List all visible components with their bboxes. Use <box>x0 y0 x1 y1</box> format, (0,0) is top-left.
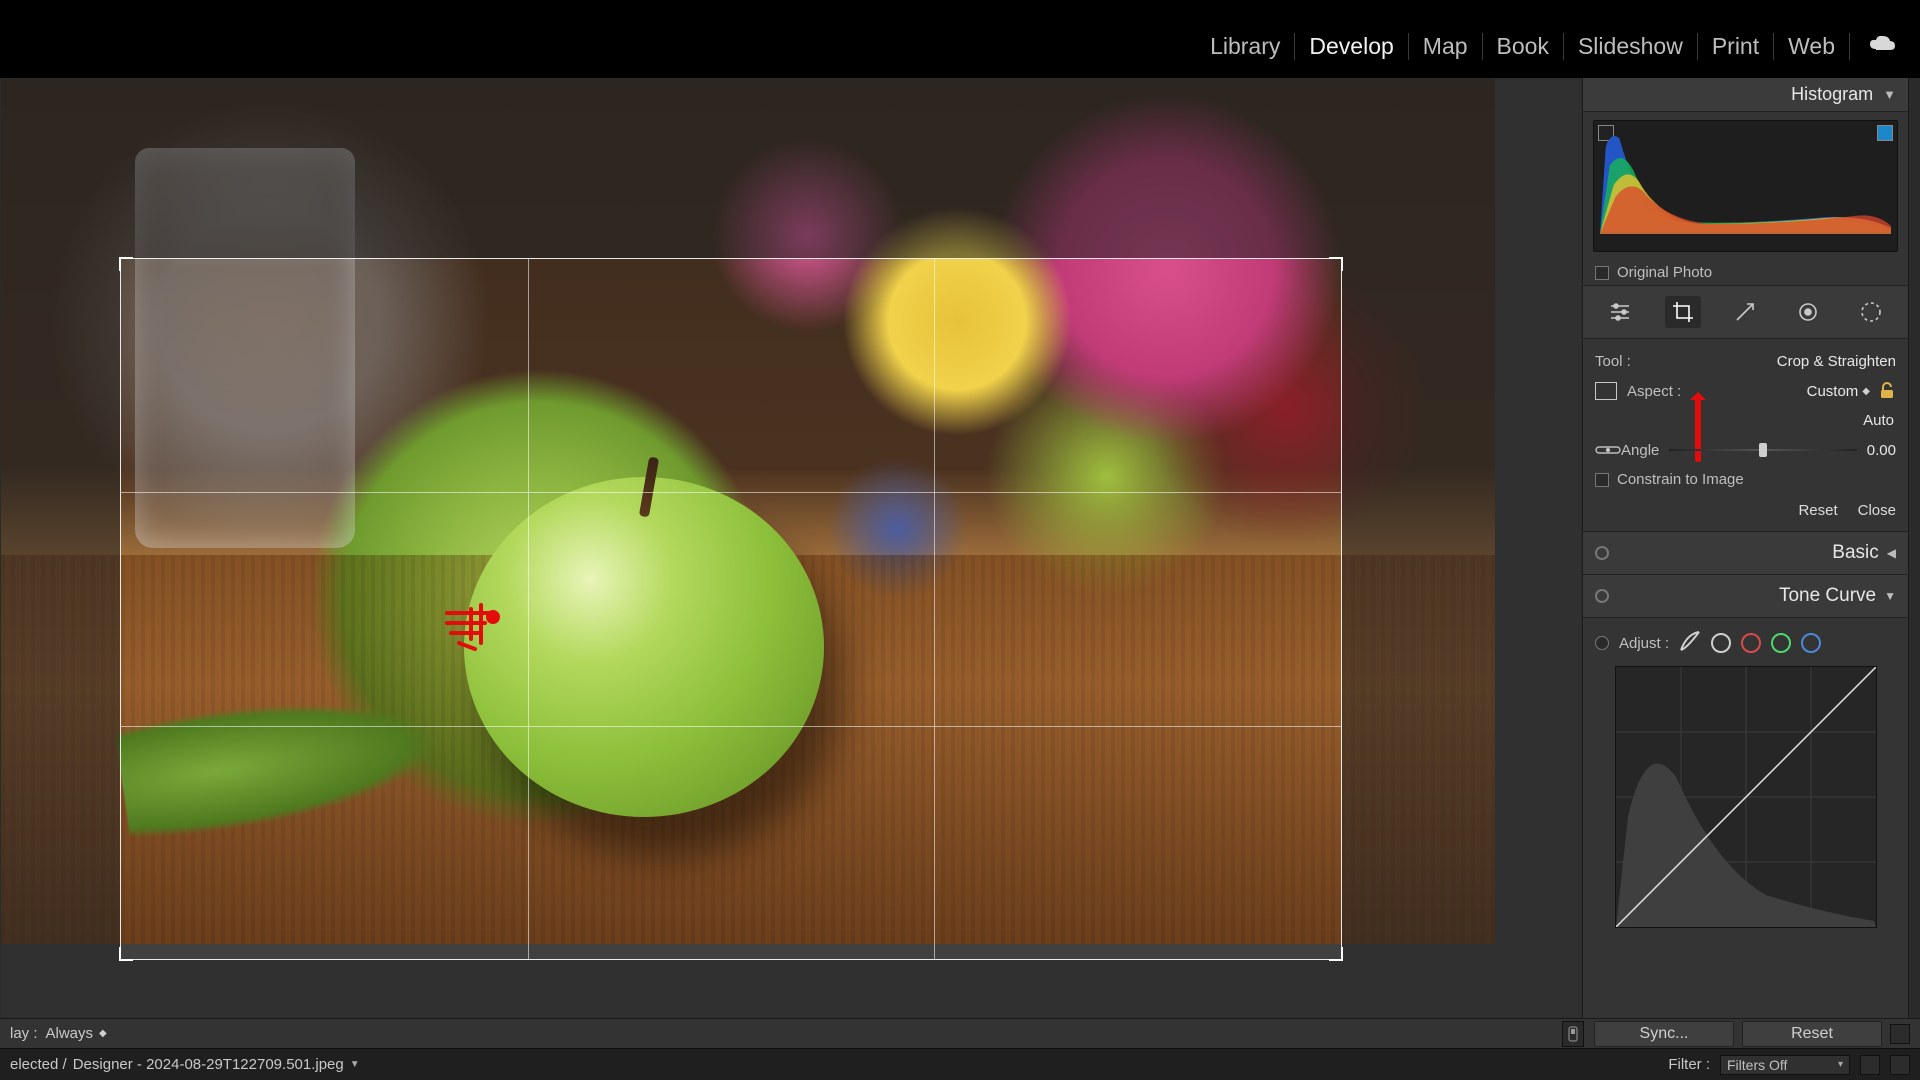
aspect-frame-icon[interactable] <box>1595 382 1617 400</box>
tool-strip <box>1583 285 1908 339</box>
aspect-lock-icon[interactable] <box>1878 382 1896 400</box>
cloud-sync-icon[interactable] <box>1868 34 1896 59</box>
masking-tool-icon[interactable] <box>1853 296 1889 328</box>
module-book[interactable]: Book <box>1483 33 1564 60</box>
module-library[interactable]: Library <box>1196 33 1295 60</box>
current-filename[interactable]: Designer - 2024-08-29T122709.501.jpeg <box>73 1056 344 1073</box>
right-panel: Histogram ▼ Original Photo <box>1582 78 1920 1018</box>
play-dropdown[interactable]: Always ◆ <box>46 1025 107 1042</box>
adjust-label: Adjust : <box>1619 635 1669 652</box>
constrain-label: Constrain to Image <box>1617 471 1744 488</box>
chevron-left-icon: ◀ <box>1887 546 1896 560</box>
histogram-header[interactable]: Histogram ▼ <box>1583 78 1908 112</box>
basic-visibility-icon[interactable] <box>1595 546 1609 560</box>
constrain-checkbox[interactable] <box>1595 473 1609 487</box>
angle-label: Angle <box>1621 442 1659 459</box>
edit-sliders-tool-icon[interactable] <box>1602 296 1638 328</box>
filter-lock-icon[interactable] <box>1860 1055 1880 1075</box>
crop-tool-icon[interactable] <box>1665 296 1701 328</box>
chevron-down-icon: ▼ <box>1883 87 1896 102</box>
aspect-menu-icon[interactable]: ◆ <box>1862 386 1870 397</box>
original-photo-checkbox[interactable] <box>1595 266 1609 280</box>
module-develop[interactable]: Develop <box>1295 33 1408 60</box>
angle-value[interactable]: 0.00 <box>1867 442 1896 459</box>
tonecurve-title: Tone Curve <box>1779 585 1876 607</box>
crop-close-button[interactable]: Close <box>1858 502 1896 519</box>
panel-toggle-icon[interactable] <box>1890 1024 1910 1044</box>
histogram[interactable] <box>1593 120 1898 252</box>
angle-auto-button[interactable]: Auto <box>1863 412 1896 429</box>
filmstrip-toggle-icon[interactable] <box>1890 1055 1910 1075</box>
workspace: Histogram ▼ Original Photo <box>0 78 1920 1018</box>
healing-tool-icon[interactable] <box>1727 296 1763 328</box>
tonecurve-enable-toggle[interactable] <box>1595 636 1609 650</box>
filter-dropdown[interactable]: Filters Off ▾ <box>1720 1055 1850 1075</box>
reset-button[interactable]: Reset <box>1742 1021 1882 1047</box>
panel-scrollbar[interactable] <box>1908 78 1920 1018</box>
tool-name: Crop & Straighten <box>1777 353 1896 370</box>
toolbar-footer: lay : Always ◆ Sync... Reset <box>0 1018 1920 1048</box>
aspect-value[interactable]: Custom <box>1807 383 1859 400</box>
histogram-title: Histogram <box>1791 84 1873 105</box>
image-canvas[interactable] <box>0 78 1582 1018</box>
filter-label: Filter : <box>1668 1056 1710 1073</box>
basic-title: Basic <box>1832 542 1878 564</box>
green-channel-icon[interactable] <box>1771 633 1791 653</box>
tone-curve-panel: Adjust : <box>1583 618 1908 936</box>
chevron-down-icon: ▾ <box>1838 1059 1843 1070</box>
sync-button[interactable]: Sync... <box>1594 1021 1734 1047</box>
crop-handle-bl[interactable] <box>119 947 133 961</box>
tone-curve-graph[interactable] <box>1615 666 1877 928</box>
original-photo-label: Original Photo <box>1617 264 1712 281</box>
basic-section-header[interactable]: Basic ◀ <box>1583 532 1908 575</box>
selected-label: elected / <box>10 1056 67 1073</box>
module-print[interactable]: Print <box>1698 33 1774 60</box>
tonecurve-visibility-icon[interactable] <box>1595 589 1609 603</box>
chevron-down-icon: ◆ <box>99 1028 107 1039</box>
filename-menu-icon[interactable]: ▼ <box>350 1059 360 1070</box>
module-picker: Library Develop Map Book Slideshow Print… <box>0 24 1920 68</box>
point-curve-icon[interactable] <box>1711 633 1731 653</box>
module-web[interactable]: Web <box>1774 33 1850 60</box>
parametric-curve-icon[interactable] <box>1679 630 1701 656</box>
tone-curve-section-header[interactable]: Tone Curve ▼ <box>1583 575 1908 618</box>
redeye-tool-icon[interactable] <box>1790 296 1826 328</box>
crop-handle-tr[interactable] <box>1329 257 1343 271</box>
module-slideshow[interactable]: Slideshow <box>1564 33 1698 60</box>
chevron-down-icon: ▼ <box>1884 589 1896 603</box>
module-map[interactable]: Map <box>1409 33 1483 60</box>
aspect-label: Aspect : <box>1627 383 1681 400</box>
blue-channel-icon[interactable] <box>1801 633 1821 653</box>
crop-handle-tl[interactable] <box>119 257 133 271</box>
crop-handle-br[interactable] <box>1329 947 1343 961</box>
angle-slider[interactable] <box>1669 441 1856 459</box>
red-channel-icon[interactable] <box>1741 633 1761 653</box>
crop-reset-button[interactable]: Reset <box>1798 502 1837 519</box>
crop-straighten-panel: Tool : Crop & Straighten Aspect : Custom… <box>1583 339 1908 494</box>
original-photo-row[interactable]: Original Photo <box>1583 260 1908 285</box>
sync-switch-icon[interactable] <box>1562 1021 1584 1047</box>
filmstrip-footer: elected / Designer - 2024-08-29T122709.5… <box>0 1048 1920 1080</box>
level-icon[interactable] <box>1595 443 1621 457</box>
tool-label: Tool : <box>1595 353 1631 370</box>
play-label: lay : <box>10 1025 38 1042</box>
crop-overlay[interactable] <box>121 259 1341 959</box>
